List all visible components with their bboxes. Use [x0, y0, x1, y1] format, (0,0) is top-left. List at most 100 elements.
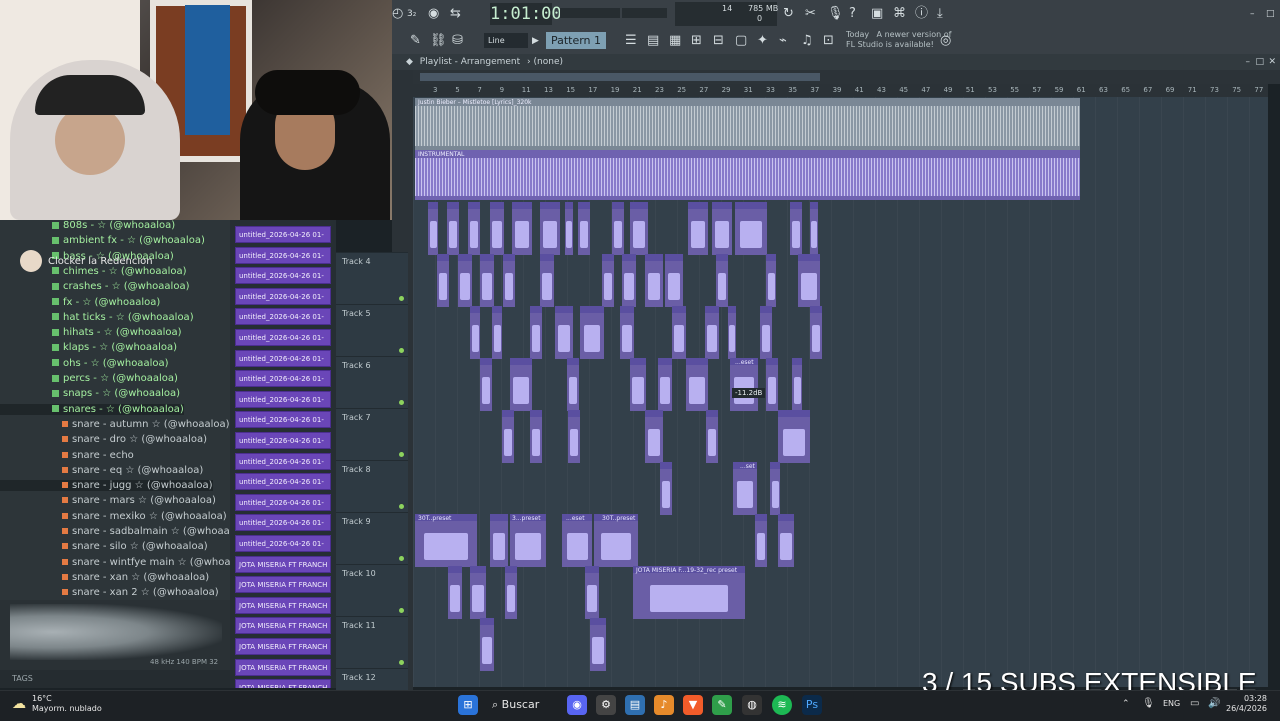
pattern-clip[interactable] [510, 358, 532, 411]
track-header[interactable]: Track 6 [336, 356, 408, 409]
master-pitch-slider[interactable] [622, 8, 667, 18]
pattern-clip[interactable] [792, 358, 802, 411]
channel-button[interactable]: untitled_2026-04-26 01- [235, 267, 331, 285]
channel-button[interactable]: untitled_2026-04-26 01- [235, 390, 331, 408]
download-icon[interactable]: ⤓ [937, 6, 943, 22]
channel-button[interactable]: untitled_2026-04-26 01- [235, 329, 331, 346]
playlist-pattern-name[interactable]: (none) [534, 57, 563, 67]
pencil-icon[interactable]: ✎ [410, 33, 421, 49]
news-icon[interactable]: ◎ [940, 33, 951, 49]
volume-icon[interactable]: 🔊 [1208, 698, 1220, 709]
pattern-clip[interactable] [490, 514, 508, 567]
channel-button[interactable]: untitled_2026-04-26 01- [235, 226, 331, 243]
pattern-clip[interactable] [492, 306, 502, 359]
mixer-icon[interactable]: ☰ [625, 33, 637, 49]
pattern-clip[interactable] [645, 410, 663, 463]
playlist-max-icon[interactable]: □ [1255, 54, 1264, 70]
snap-selector[interactable]: Line [484, 33, 528, 48]
track-mute-led[interactable] [399, 556, 404, 561]
network-icon[interactable]: ▭ [1190, 698, 1199, 709]
pattern-clip[interactable] [468, 202, 480, 255]
fl-studio-icon[interactable]: ♪ [654, 695, 674, 715]
script-icon[interactable]: ⌁ [779, 33, 787, 49]
loop-icon[interactable]: ⇆ [450, 6, 461, 22]
channel-button[interactable]: JOTA MISERIA FT FRANCH [235, 555, 331, 573]
pattern-clip[interactable] [530, 410, 542, 463]
pattern-clip[interactable] [585, 566, 599, 619]
pattern-selector[interactable]: Pattern 1 [546, 32, 606, 49]
channel-button[interactable]: untitled_2026-04-26 01- [235, 246, 331, 264]
pattern-clip[interactable] [620, 306, 634, 359]
undo-icon[interactable]: ↻ [783, 6, 794, 22]
pattern-clip[interactable] [502, 410, 514, 463]
browser-sample[interactable]: snare - eq ☆ (@whoaaloa) [0, 465, 203, 476]
pattern-clip[interactable] [503, 254, 515, 307]
browser-folder[interactable]: crashes - ☆ (@whoaaloa) [0, 281, 189, 292]
pattern-clip[interactable] [480, 254, 494, 307]
channel-button[interactable]: untitled_2026-04-26 01- [235, 411, 331, 429]
browser-sample[interactable]: snare - wintfye main ☆ (@whoaaloa) [0, 557, 256, 568]
channel-button[interactable]: untitled_2026-04-26 01- [235, 473, 331, 491]
song-time-display[interactable]: 1:01:00 [490, 3, 562, 25]
tags-bar[interactable]: TAGS [0, 670, 242, 688]
channel-button[interactable]: JOTA MISERIA FT FRANCH [235, 617, 331, 635]
browser-sample[interactable]: snare - xan ☆ (@whoaaloa) [0, 572, 209, 583]
channel-button[interactable]: JOTA MISERIA FT FRANCH [235, 596, 331, 614]
pattern-clip[interactable] [565, 202, 573, 255]
mic-icon[interactable]: 🎙 [827, 6, 844, 22]
pattern-clip[interactable] [810, 306, 822, 359]
spotify-icon[interactable]: ≋ [772, 695, 792, 715]
browser-sample[interactable]: snare - sadbalmain ☆ (@whoaaloa) [0, 526, 249, 537]
browser-folder[interactable]: snaps - ☆ (@whoaaloa) [0, 388, 180, 399]
cart-icon[interactable]: ⊡ [823, 33, 834, 49]
channel-rack-icon[interactable]: ▤ [647, 33, 659, 49]
pattern-clip[interactable] [470, 566, 486, 619]
channel-button[interactable]: JOTA MISERIA FT FRANCH [235, 576, 331, 594]
link-icon[interactable]: ⛓ [430, 33, 447, 49]
pattern-clip[interactable] [458, 254, 472, 307]
pattern-clip[interactable] [567, 358, 579, 411]
pattern-clip[interactable] [728, 306, 736, 359]
pattern-clip[interactable] [760, 306, 772, 359]
pattern-clip[interactable] [602, 254, 614, 307]
pattern-clip[interactable] [766, 254, 776, 307]
overview-scroll[interactable] [420, 73, 820, 81]
pattern-clip[interactable] [658, 358, 672, 411]
taskbar-search[interactable]: ⌕ Buscar [492, 694, 552, 716]
track-mute-led[interactable] [399, 400, 404, 405]
obs-icon[interactable]: ◍ [742, 695, 762, 715]
mic-tray-icon[interactable]: 🎙 [1142, 698, 1155, 709]
pattern-clip[interactable] [770, 462, 780, 515]
photoshop-icon[interactable]: Ps [802, 695, 822, 715]
pattern-clip[interactable] [672, 306, 686, 359]
minimize-icon[interactable]: – [1250, 6, 1255, 22]
pattern-clip[interactable] [447, 202, 459, 255]
pattern-clip[interactable] [712, 202, 732, 255]
playlist-close-icon[interactable]: ✕ [1268, 54, 1276, 70]
browser-folder[interactable]: fx - ☆ (@whoaaloa) [0, 297, 160, 308]
playlist-icon[interactable]: ⊞ [691, 33, 702, 49]
track-mute-led[interactable] [399, 296, 404, 301]
browser-folder[interactable]: ohs - ☆ (@whoaaloa) [0, 358, 169, 369]
pattern-clip[interactable] [778, 514, 794, 567]
pattern-clip[interactable] [660, 462, 672, 515]
track-header[interactable]: Track 10 [336, 564, 408, 617]
pattern-clip[interactable] [512, 202, 532, 255]
master-volume-slider[interactable] [560, 8, 620, 18]
plugin-icon[interactable]: ⌘ [893, 6, 906, 22]
pattern-clip[interactable] [716, 254, 728, 307]
browser-folder[interactable]: ambient fx - ☆ (@whoaaloa) [0, 235, 205, 246]
channel-button[interactable]: untitled_2026-04-26 01- [235, 493, 331, 511]
channel-button[interactable]: untitled_2026-04-26 01- [235, 432, 331, 449]
taskbar-clock[interactable]: 03:28 26/4/2026 [1226, 694, 1267, 714]
pattern-clip[interactable] [810, 202, 818, 255]
track-header[interactable]: Track 5 [336, 304, 408, 357]
weather-icon[interactable]: ☁ [12, 696, 26, 712]
browser-folder[interactable]: hat ticks - ☆ (@whoaaloa) [0, 312, 194, 323]
weather-widget[interactable]: 16°C Mayorm. nublado [32, 694, 102, 714]
browser-folder[interactable]: klaps - ☆ (@whoaaloa) [0, 342, 177, 353]
playlist-menu-icon[interactable]: ◆ [406, 57, 413, 67]
channel-button[interactable]: untitled_2026-04-26 01- [235, 349, 331, 367]
pattern-clip[interactable] [470, 306, 480, 359]
pattern-clip[interactable] [622, 254, 636, 307]
